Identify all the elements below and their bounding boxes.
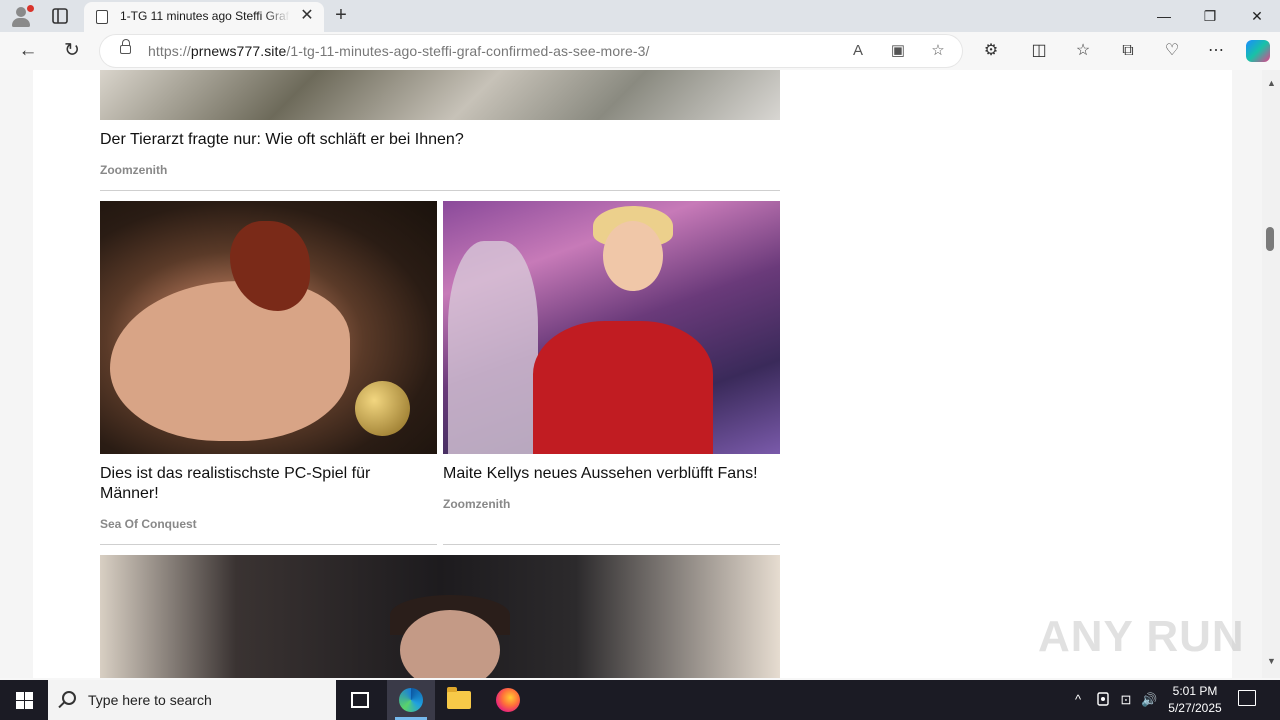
image-background-figure <box>448 241 538 454</box>
split-screen-icon[interactable]: ◫ <box>1028 40 1050 62</box>
page-favicon-icon <box>96 10 108 24</box>
article-headline-vet[interactable]: Der Tierarzt fragte nur: Wie oft schläft… <box>100 130 780 150</box>
edge-icon <box>399 688 423 712</box>
taskbar-file-explorer[interactable] <box>435 680 483 720</box>
taskbar-edge[interactable] <box>387 680 435 720</box>
extensions-icon[interactable]: ⚙ <box>980 40 1002 62</box>
watermark-logo: ANY RUN <box>1038 612 1245 661</box>
divider <box>100 544 437 545</box>
back-button[interactable]: ← <box>14 37 42 65</box>
copilot-icon[interactable] <box>1246 40 1270 62</box>
image-figure-dress <box>533 321 713 454</box>
network-icon[interactable]: ⊡ <box>1118 691 1134 709</box>
article-image-singer[interactable] <box>443 201 780 454</box>
scroll-down-arrow-icon[interactable]: ▼ <box>1267 656 1276 666</box>
read-aloud-icon[interactable]: A <box>848 41 868 61</box>
windows-logo-icon <box>25 692 33 700</box>
refresh-button[interactable]: ↻ <box>58 37 86 65</box>
tab-actions-icon[interactable] <box>50 6 70 26</box>
scroll-up-arrow-icon[interactable]: ▲ <box>1267 78 1276 88</box>
search-icon <box>62 691 76 705</box>
browser-window: 1-TG 11 minutes ago Steffi Graf, c ✕ + —… <box>0 0 1280 680</box>
tray-chevron-icon[interactable]: ^ <box>1070 691 1086 709</box>
search-placeholder: Type here to search <box>88 692 212 708</box>
clock-time: 5:01 PM <box>1172 684 1218 698</box>
tab-active[interactable]: 1-TG 11 minutes ago Steffi Graf, c ✕ <box>84 2 324 32</box>
content-column: Der Tierarzt fragte nur: Wie oft schläft… <box>33 70 1232 678</box>
article-source-singer[interactable]: Zoomzenith <box>443 497 510 511</box>
immersive-reader-icon[interactable]: ▣ <box>888 41 908 61</box>
volume-icon[interactable]: 🔊 <box>1141 691 1157 709</box>
system-clock[interactable]: 5:01 PM 5/27/2025 <box>1160 683 1230 717</box>
article-image-game[interactable] <box>100 201 437 454</box>
task-view-button[interactable] <box>336 680 384 720</box>
task-view-icon <box>351 692 369 708</box>
lock-icon[interactable] <box>120 39 131 54</box>
page-scrollbar[interactable]: ▲ ▼ <box>1262 70 1280 678</box>
image-figure-prop <box>355 381 410 436</box>
address-bar[interactable]: https://prnews777.site/1-tg-11-minutes-a… <box>100 35 962 67</box>
article-image-vet[interactable] <box>100 70 780 120</box>
profile-head <box>16 7 26 17</box>
minimize-button[interactable]: — <box>1141 0 1187 32</box>
browser-essentials-icon[interactable]: ♡ <box>1161 40 1183 62</box>
tray-device-icon[interactable] <box>1095 691 1111 709</box>
tab-title: 1-TG 11 minutes ago Steffi Graf, c <box>120 9 290 23</box>
article-image-next[interactable] <box>100 555 780 678</box>
close-window-button[interactable]: ✕ <box>1234 0 1280 32</box>
taskbar-search[interactable]: Type here to search <box>48 680 336 720</box>
article-headline-game[interactable]: Dies ist das realistischste PC-Spiel für… <box>100 464 430 504</box>
new-tab-button[interactable]: + <box>330 4 352 26</box>
url-host: prnews777.site <box>190 43 287 59</box>
notifications-icon[interactable] <box>1238 690 1256 706</box>
folder-icon <box>447 687 471 709</box>
collections-icon[interactable]: ⧉ <box>1117 40 1139 62</box>
clock-date: 5/27/2025 <box>1168 701 1222 715</box>
url-path: /1-tg-11-minutes-ago-steffi-graf-confirm… <box>286 43 650 59</box>
taskbar-firefox[interactable] <box>484 680 532 720</box>
tab-strip: 1-TG 11 minutes ago Steffi Graf, c ✕ + —… <box>0 0 1280 32</box>
notification-dot <box>27 5 34 12</box>
more-menu-icon[interactable]: ⋯ <box>1205 40 1227 62</box>
scroll-thumb[interactable] <box>1266 227 1274 251</box>
article-source-game[interactable]: Sea Of Conquest <box>100 517 197 531</box>
divider <box>100 190 780 191</box>
start-button[interactable] <box>0 680 48 720</box>
divider <box>443 544 780 545</box>
favorites-icon[interactable]: ☆ <box>1072 40 1094 62</box>
web-page: Der Tierarzt fragte nur: Wie oft schläft… <box>0 70 1262 678</box>
windows-logo-icon <box>16 692 24 700</box>
article-source-vet[interactable]: Zoomzenith <box>100 163 167 177</box>
windows-logo-icon <box>25 701 33 709</box>
restore-button[interactable]: ❐ <box>1187 0 1233 32</box>
firefox-icon <box>496 688 520 712</box>
image-figure <box>110 281 350 441</box>
browser-toolbar: ← ↻ https://prnews777.site/1-tg-11-minut… <box>0 32 1280 70</box>
url-scheme: https:// <box>148 43 191 59</box>
image-figure-face <box>603 221 663 291</box>
tab-close-button[interactable]: ✕ <box>298 7 316 25</box>
profile-icon[interactable] <box>10 5 34 27</box>
taskbar: Type here to search ^ ⊡ 🔊 5:01 PM 5/27/2… <box>0 680 1280 720</box>
windows-logo-icon <box>16 701 24 709</box>
url-text[interactable]: https://prnews777.site/1-tg-11-minutes-a… <box>148 43 650 59</box>
profile-body <box>12 18 30 27</box>
favorite-star-icon[interactable]: ☆ <box>928 41 948 61</box>
article-headline-singer[interactable]: Maite Kellys neues Aussehen verblüfft Fa… <box>443 464 780 484</box>
